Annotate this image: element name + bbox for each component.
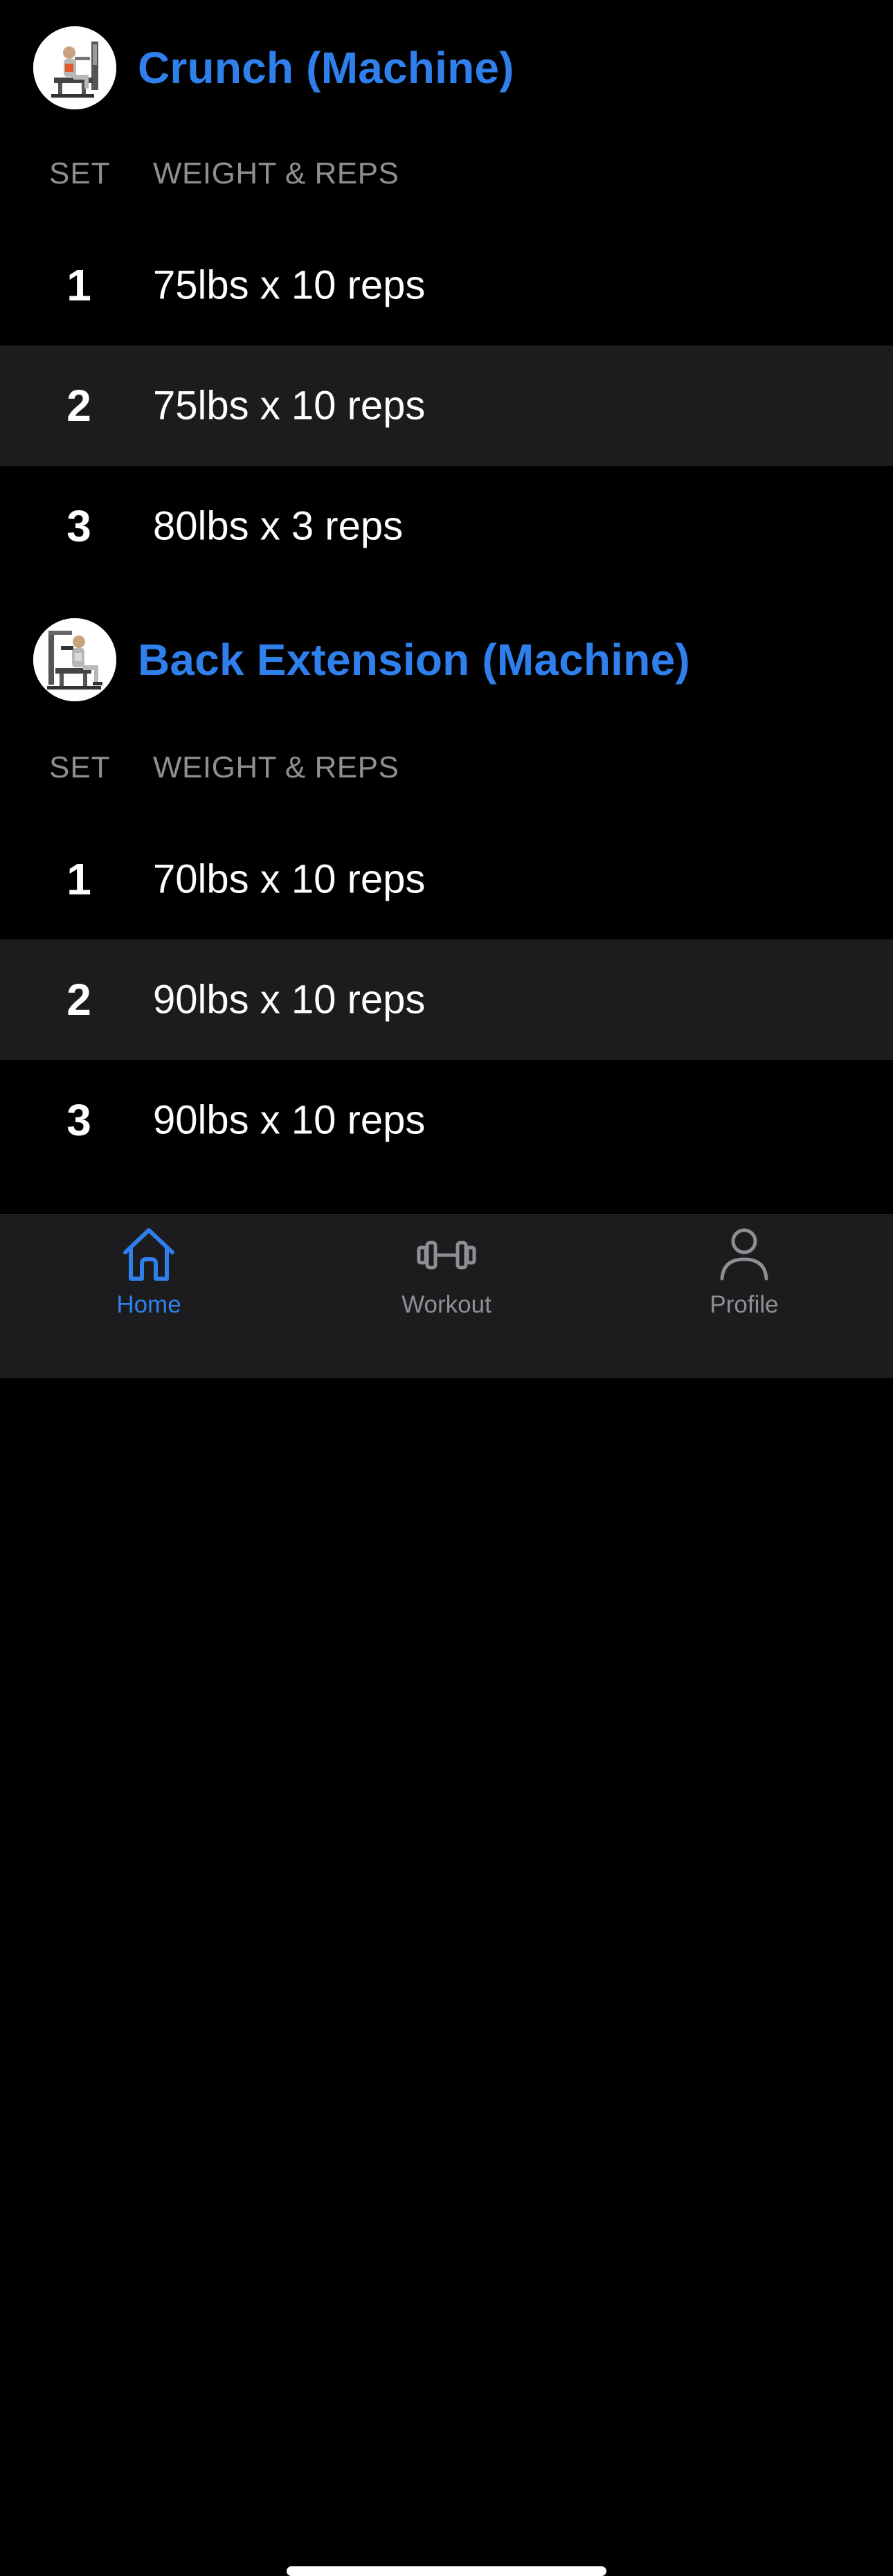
set-row[interactable]: 1 75lbs x 10 reps bbox=[0, 225, 893, 345]
exercise-thumbnail[interactable] bbox=[33, 26, 116, 109]
tab-profile[interactable]: Profile bbox=[640, 1225, 848, 1322]
set-row[interactable]: 3 80lbs x 3 reps bbox=[0, 466, 893, 586]
set-table-header: SET WEIGHT & REPS bbox=[0, 748, 893, 789]
home-indicator[interactable] bbox=[287, 2566, 606, 2576]
tab-home-label: Home bbox=[116, 1291, 181, 1318]
set-weight-reps: 70lbs x 10 reps bbox=[153, 856, 426, 902]
exercise-header: Crunch (Machine) bbox=[0, 16, 893, 120]
tab-home[interactable]: Home bbox=[45, 1225, 253, 1322]
tab-bar: Home Workout Profile bbox=[0, 1214, 893, 2576]
crunch-machine-icon bbox=[33, 26, 116, 109]
tab-workout[interactable]: Workout bbox=[343, 1225, 550, 1322]
set-column-header: SET bbox=[49, 750, 111, 784]
set-number: 1 bbox=[66, 854, 91, 904]
set-number: 2 bbox=[66, 975, 91, 1025]
exercise-header: Back Extension (Machine) bbox=[0, 608, 893, 712]
person-icon bbox=[711, 1225, 777, 1284]
dumbbell-icon bbox=[413, 1225, 480, 1284]
exercise-thumbnail[interactable] bbox=[33, 618, 116, 701]
set-number: 2 bbox=[66, 381, 91, 431]
exercise-title[interactable]: Back Extension (Machine) bbox=[138, 634, 690, 685]
set-row[interactable]: 1 70lbs x 10 reps bbox=[0, 819, 893, 939]
tab-workout-label: Workout bbox=[402, 1291, 491, 1318]
set-row[interactable]: 2 75lbs x 10 reps bbox=[0, 345, 893, 466]
weight-reps-column-header: WEIGHT & REPS bbox=[153, 156, 399, 190]
set-weight-reps: 80lbs x 3 reps bbox=[153, 503, 404, 549]
set-number: 1 bbox=[66, 260, 91, 310]
set-weight-reps: 75lbs x 10 reps bbox=[153, 262, 426, 308]
set-number: 3 bbox=[66, 501, 91, 551]
set-row[interactable]: 3 90lbs x 10 reps bbox=[0, 1060, 893, 1180]
set-number: 3 bbox=[66, 1095, 91, 1145]
set-weight-reps: 90lbs x 10 reps bbox=[153, 977, 426, 1023]
set-weight-reps: 90lbs x 10 reps bbox=[153, 1097, 426, 1143]
exercise-title[interactable]: Crunch (Machine) bbox=[138, 42, 514, 93]
tab-profile-label: Profile bbox=[710, 1291, 779, 1318]
set-row[interactable]: 2 90lbs x 10 reps bbox=[0, 939, 893, 1060]
set-table-header: SET WEIGHT & REPS bbox=[0, 154, 893, 195]
back-extension-machine-icon bbox=[33, 618, 116, 701]
set-column-header: SET bbox=[49, 156, 111, 190]
workout-detail-scroll[interactable]: Crunch (Machine) SET WEIGHT & REPS 1 75l… bbox=[0, 0, 893, 1214]
set-weight-reps: 75lbs x 10 reps bbox=[153, 383, 426, 429]
house-icon bbox=[116, 1225, 182, 1284]
weight-reps-column-header: WEIGHT & REPS bbox=[153, 750, 399, 784]
